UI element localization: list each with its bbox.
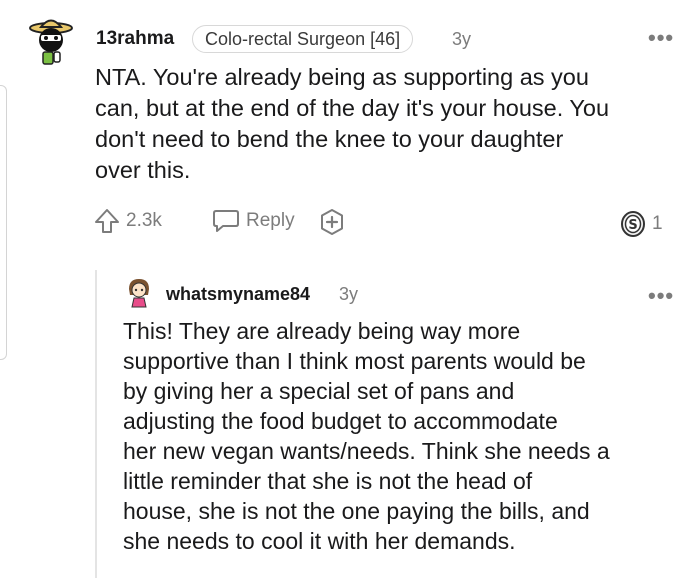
comment-username[interactable]: 13rahma xyxy=(96,28,174,50)
comment-body: NTA. You're already being as supporting … xyxy=(95,62,695,186)
reply-body-line: she needs to cool it with her demands. xyxy=(123,528,516,554)
reply-body-line: This! They are already being way more xyxy=(123,318,521,344)
upvote-button[interactable]: 2.3k xyxy=(94,208,162,234)
comment-timestamp: 3y xyxy=(452,29,472,49)
silver-award-icon: S xyxy=(621,211,645,237)
reply-body-line: house, she is not the one paying the bil… xyxy=(123,498,590,524)
reply-body-line: her new vegan wants/needs. Think she nee… xyxy=(123,438,610,464)
user-flair: Colo-rectal Surgeon [46] xyxy=(192,25,414,53)
reply-body-line: by giving her a special set of pans and xyxy=(123,378,515,404)
comment-body-line: over this. xyxy=(95,157,191,183)
award-indicator[interactable]: S 1 xyxy=(620,210,663,238)
girl-avatar-icon[interactable] xyxy=(124,277,154,309)
reply-timestamp: 3y xyxy=(339,284,359,304)
upvote-count: 2.3k xyxy=(126,210,162,231)
give-award-button[interactable] xyxy=(318,208,346,236)
sombrero-avatar-icon[interactable] xyxy=(28,14,74,66)
comment-body-line: NTA. You're already being as supporting … xyxy=(95,64,589,90)
reply-label: Reply xyxy=(246,210,295,231)
comment-body-line: don't need to bend the knee to your daug… xyxy=(95,126,564,152)
award-count: 1 xyxy=(652,213,663,234)
reply-body-line: little reminder that she is not the head… xyxy=(123,468,533,494)
reply-body-line: supportive than I think most parents wou… xyxy=(123,348,586,374)
svg-text:S: S xyxy=(628,218,637,233)
reply-thread-line[interactable] xyxy=(95,270,97,578)
plus-award-icon xyxy=(321,209,343,235)
comment-more-options-button[interactable]: ••• xyxy=(648,27,674,49)
upvote-arrow-icon xyxy=(95,209,119,233)
collapse-thread-line[interactable] xyxy=(0,85,7,360)
reply-username[interactable]: whatsmyname84 xyxy=(166,284,310,305)
reply-button[interactable]: Reply xyxy=(212,208,295,234)
speech-bubble-icon xyxy=(213,210,239,232)
reply-more-options-button[interactable]: ••• xyxy=(648,285,674,307)
comment-body-line: can, but at the end of the day it's your… xyxy=(95,95,610,121)
reply-body: This! They are already being way more su… xyxy=(123,316,693,556)
reply-body-line: adjusting the food budget to accommodate xyxy=(123,408,558,434)
